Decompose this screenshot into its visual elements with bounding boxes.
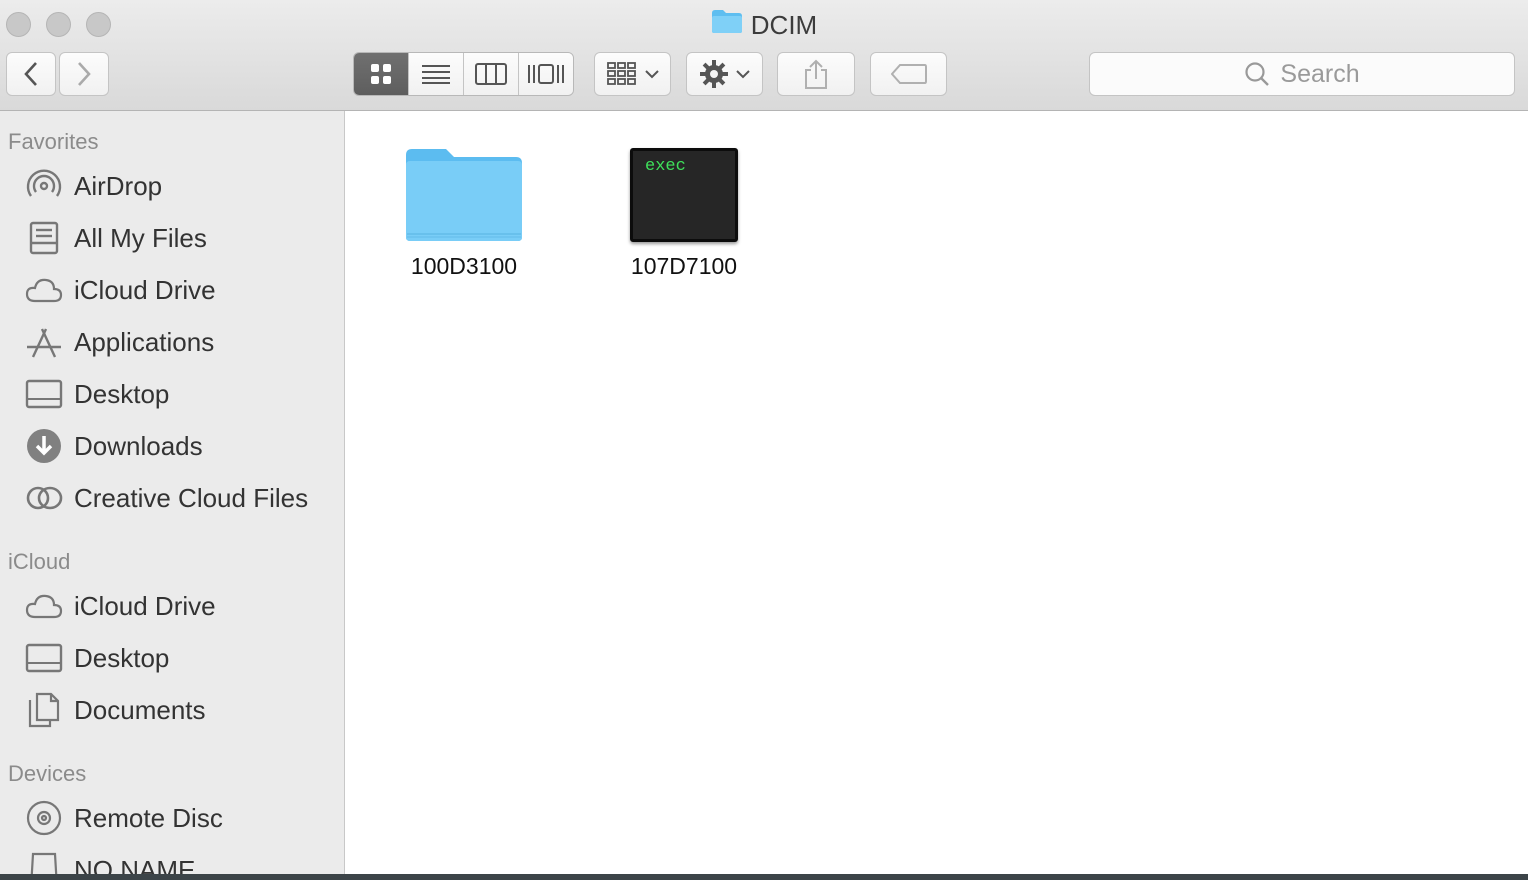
sidebar-item-no-name[interactable]: NO NAME: [24, 849, 334, 874]
cloud-icon: [24, 270, 64, 310]
search-field[interactable]: Search: [1089, 52, 1515, 96]
sidebar-item-downloads[interactable]: Downloads: [24, 425, 334, 467]
file-item[interactable]: exec 107D7100: [599, 143, 769, 280]
share-icon: [805, 59, 827, 89]
arrange-button[interactable]: [594, 52, 671, 96]
window-title-text: DCIM: [750, 10, 818, 40]
documents-icon: [24, 690, 64, 730]
drive-icon: [24, 850, 64, 874]
cloud-icon: [24, 586, 64, 626]
column-view-button[interactable]: [463, 53, 518, 95]
share-button[interactable]: [777, 52, 855, 96]
sidebar-item-documents[interactable]: Documents: [24, 689, 334, 731]
desktop-icon: [24, 374, 64, 414]
forward-button[interactable]: [59, 52, 109, 96]
file-browser-content: 100D3100 exec 107D7100: [346, 111, 1528, 874]
list-view-button[interactable]: [408, 53, 463, 95]
disc-icon: [24, 798, 64, 838]
list-icon: [422, 65, 450, 84]
icloud-header: iCloud: [8, 549, 71, 574]
tags-button[interactable]: [870, 52, 947, 96]
grid-icon: [371, 64, 391, 84]
file-name: 100D3100: [410, 253, 518, 279]
cover-flow-icon: [528, 64, 564, 84]
exec-badge: exec: [645, 157, 686, 176]
devices-header: Devices: [8, 761, 87, 786]
search-placeholder: Search: [1280, 59, 1360, 88]
sidebar-item-applications[interactable]: Applications: [24, 321, 334, 363]
tag-icon: [890, 64, 927, 84]
cover-flow-view-button[interactable]: [518, 53, 573, 95]
eject-icon[interactable]: [294, 861, 312, 874]
sidebar-item-icloud-drive-2[interactable]: iCloud Drive: [24, 585, 334, 627]
sidebar-item-remote-disc[interactable]: Remote Disc: [24, 797, 334, 839]
chevron-down-icon: [644, 70, 659, 79]
sidebar-item-icloud-drive[interactable]: iCloud Drive: [24, 269, 334, 311]
sidebar-item-all-my-files[interactable]: All My Files: [24, 217, 334, 259]
sidebar: Favorites AirDrop All My Files iCloud Dr…: [0, 111, 345, 874]
arrange-icon: [606, 62, 636, 85]
folder-icon: [379, 143, 549, 247]
sidebar-item-creative-cloud-files[interactable]: Creative Cloud Files: [24, 477, 334, 519]
airdrop-icon: [24, 166, 64, 206]
finder-window: DCIM Search Favorites AirDrop All My Fil…: [0, 0, 1528, 874]
columns-icon: [475, 63, 507, 85]
folder-icon: [711, 8, 743, 42]
search-icon: [1245, 62, 1270, 86]
chevron-left-icon: [24, 62, 37, 86]
sidebar-item-airdrop[interactable]: AirDrop: [24, 165, 334, 207]
creative-cloud-icon: [24, 478, 64, 518]
action-button[interactable]: [686, 52, 763, 96]
file-item[interactable]: 100D3100: [379, 143, 549, 280]
all-my-files-icon: [24, 218, 64, 258]
chevron-down-icon: [735, 70, 750, 79]
view-mode-selector: [353, 52, 574, 96]
sidebar-item-desktop[interactable]: Desktop: [24, 373, 334, 415]
applications-icon: [24, 322, 64, 362]
downloads-icon: [24, 426, 64, 466]
favorites-header: Favorites: [8, 129, 99, 154]
terminal-exec-icon: exec: [630, 148, 738, 242]
sidebar-item-desktop-2[interactable]: Desktop: [24, 637, 334, 679]
file-name: 107D7100: [630, 253, 738, 279]
back-button[interactable]: [6, 52, 56, 96]
icon-view-button[interactable]: [354, 53, 408, 95]
window-title: DCIM: [0, 8, 1528, 44]
chevron-right-icon: [78, 62, 91, 86]
desktop-icon: [24, 638, 64, 678]
toolbar: DCIM Search: [0, 0, 1528, 111]
gear-icon: [699, 60, 728, 88]
